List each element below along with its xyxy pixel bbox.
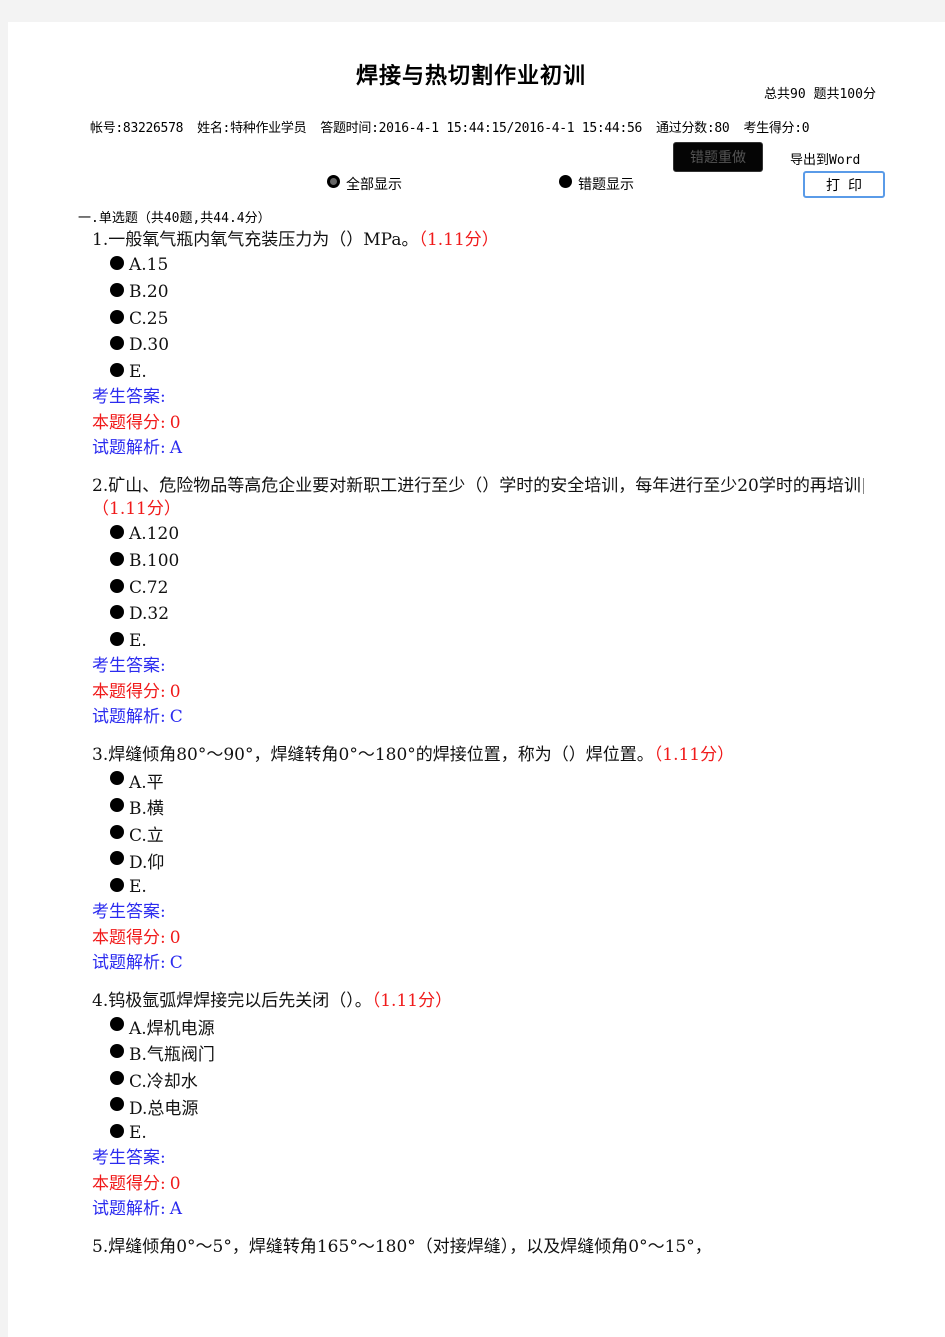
- option-item: C.冷却水: [92, 1066, 882, 1093]
- question-stem: 2.矿山、危险物品等高危企业要对新职工进行至少（）学时的安全培训，每年进行至少2…: [92, 475, 882, 521]
- bullet-icon: [110, 578, 124, 593]
- bullet-icon: [110, 1123, 124, 1138]
- show-wrong-radio[interactable]: 错题显示: [559, 174, 634, 194]
- question-item: 5.焊缝倾角0°～5°，焊缝转角165°～180°（对接焊缝），以及焊缝倾角0°…: [92, 1236, 882, 1259]
- question-points: （1.11分）: [418, 230, 499, 250]
- bullet-icon: [110, 336, 124, 351]
- show-all-radio[interactable]: 全部显示: [327, 174, 402, 194]
- bullet-icon: [110, 525, 124, 540]
- candidate-answer: 考生答案:: [92, 656, 166, 677]
- question-score: 本题得分: 0: [92, 681, 181, 702]
- bullet-icon: [110, 1070, 124, 1085]
- bullet-icon: [110, 1017, 124, 1032]
- section-heading: 一.单选题（共40题,共44.4分）: [78, 211, 271, 226]
- question-points: （1.11分）: [371, 990, 453, 1011]
- bullet-icon: [110, 551, 124, 566]
- question-list: 1.一般氧气瓶内氧气充装压力为（）MPa。（1.11分） A.15 B.20 C…: [92, 229, 882, 1269]
- bullet-icon: [110, 605, 124, 620]
- exam-title: 焊接与热切割作业初训: [356, 63, 587, 89]
- candidate-score: 考生得分:0: [743, 121, 810, 136]
- option-item: E.: [92, 874, 882, 901]
- option-item: A.焊机电源: [92, 1013, 882, 1040]
- option-item: B.20: [92, 279, 882, 306]
- option-item: C.立: [92, 820, 882, 847]
- bullet-icon: [110, 256, 124, 271]
- question-item: 3.焊缝倾角80°～90°，焊缝转角0°～180°的焊接位置，称为（）焊位置。（…: [92, 744, 882, 977]
- show-wrong-label: 错题显示: [578, 177, 634, 193]
- candidate-answer: 考生答案:: [92, 1148, 166, 1169]
- question-analysis: 试题解析: C: [92, 707, 183, 728]
- question-item: 1.一般氧气瓶内氧气充装压力为（）MPa。（1.11分） A.15 B.20 C…: [92, 229, 882, 462]
- bullet-icon: [110, 797, 124, 812]
- question-score: 本题得分: 0: [92, 1173, 181, 1194]
- exam-total: 总共90 题共100分: [764, 87, 876, 102]
- question-analysis: 试题解析: C: [92, 953, 183, 974]
- question-points: （1.11分）: [653, 744, 735, 765]
- option-item: B.横: [92, 794, 882, 821]
- option-item: C.25: [92, 305, 882, 332]
- question-stem: 5.焊缝倾角0°～5°，焊缝转角165°～180°（对接焊缝），以及焊缝倾角0°…: [92, 1236, 712, 1257]
- question-points: （1.11分）: [92, 498, 181, 519]
- question-stem: 1.一般氧气瓶内氧气充装压力为（）MPa。（1.11分）: [92, 230, 499, 250]
- question-analysis: 试题解析: A: [92, 1199, 183, 1220]
- bullet-icon: [110, 363, 124, 378]
- option-item: E.: [92, 628, 882, 655]
- question-item: 2.矿山、危险物品等高危企业要对新职工进行至少（）学时的安全培训，每年进行至少2…: [92, 475, 882, 731]
- option-item: D.30: [92, 332, 882, 359]
- radio-unselected-icon: [559, 174, 572, 188]
- answer-time: 答题时间:2016-4-1 15:44:15/2016-4-1 15:44:56: [320, 121, 643, 136]
- option-item: A.120: [92, 521, 882, 548]
- bullet-icon: [110, 877, 124, 892]
- option-item: B.气瓶阀门: [92, 1040, 882, 1067]
- student-name: 姓名:特种作业学员: [197, 121, 307, 136]
- redo-wrong-button[interactable]: 错题重做: [673, 142, 763, 172]
- candidate-answer: 考生答案:: [92, 387, 166, 408]
- option-item: E.: [92, 1120, 882, 1147]
- bullet-icon: [110, 632, 124, 647]
- bullet-icon: [110, 309, 124, 324]
- option-item: A.平: [92, 767, 882, 794]
- question-analysis: 试题解析: A: [92, 438, 183, 459]
- radio-selected-icon: [327, 174, 340, 188]
- option-item: D.32: [92, 601, 882, 628]
- option-item: B.100: [92, 548, 882, 575]
- bullet-icon: [110, 824, 124, 839]
- bullet-icon: [110, 851, 124, 866]
- option-item: D.总电源: [92, 1093, 882, 1120]
- pass-score: 通过分数:80: [656, 121, 730, 136]
- export-word-link[interactable]: 导出到Word: [790, 149, 860, 168]
- bullet-icon: [110, 771, 124, 786]
- question-score: 本题得分: 0: [92, 412, 181, 433]
- question-stem: 4.钨极氩弧焊焊接完以后先关闭（）。（1.11分）: [92, 990, 453, 1011]
- print-button[interactable]: 打印: [803, 171, 885, 198]
- option-item: D.仰: [92, 847, 882, 874]
- account-number: 帐号:83226578: [90, 121, 184, 136]
- text-cursor: [862, 478, 864, 495]
- bullet-icon: [110, 1097, 124, 1112]
- bullet-icon: [110, 1043, 124, 1058]
- option-item: C.72: [92, 574, 882, 601]
- question-score: 本题得分: 0: [92, 927, 181, 948]
- question-stem: 3.焊缝倾角80°～90°，焊缝转角0°～180°的焊接位置，称为（）焊位置。（…: [92, 744, 735, 765]
- show-all-label: 全部显示: [346, 177, 402, 193]
- candidate-answer: 考生答案:: [92, 902, 166, 923]
- exam-info-bar: 帐号:83226578 姓名:特种作业学员 答题时间:2016-4-1 15:44:…: [90, 117, 823, 136]
- option-item: E.: [92, 359, 882, 386]
- option-item: A.15: [92, 252, 882, 279]
- question-item: 4.钨极氩弧焊焊接完以后先关闭（）。（1.11分） A.焊机电源 B.气瓶阀门 …: [92, 990, 882, 1223]
- bullet-icon: [110, 283, 124, 298]
